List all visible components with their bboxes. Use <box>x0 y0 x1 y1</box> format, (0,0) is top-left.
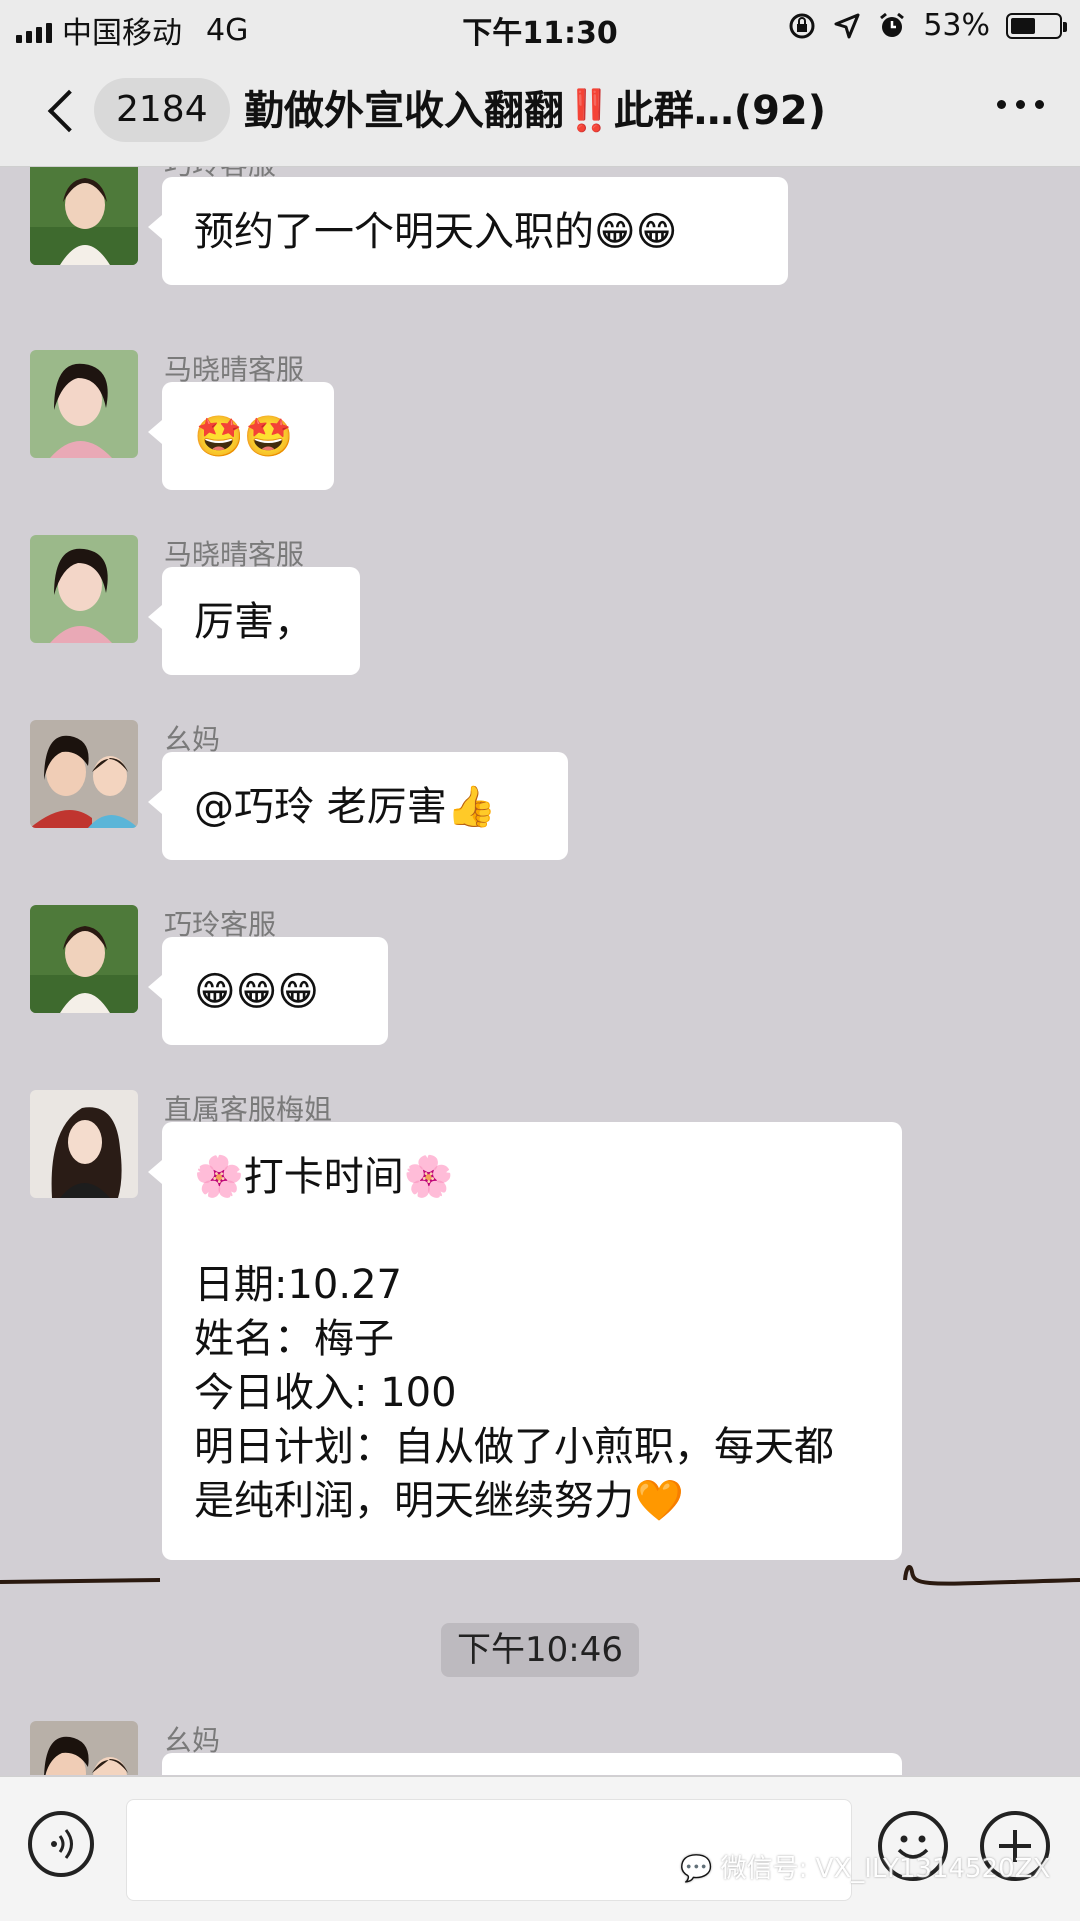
message-bubble[interactable]: 🌸打卡时间🌸 日期:10.27 姓名：梅子 今日收入: 100 明日计划：自从做… <box>148 1122 902 1560</box>
location-arrow-icon <box>834 13 860 38</box>
chat-header: 2184 勤做外宣收入翻翻‼️此群…(92) <box>0 56 1080 167</box>
time-divider: 下午10:46 <box>441 1623 639 1677</box>
message-bubble[interactable] <box>162 1753 902 1775</box>
avatar[interactable] <box>30 535 138 643</box>
scribble-mark <box>0 1564 1080 1586</box>
avatar[interactable] <box>30 1090 138 1198</box>
rotation-lock-icon <box>789 13 815 38</box>
voice-icon <box>51 1829 73 1859</box>
message-bubble[interactable]: 预约了一个明天入职的😁😁 <box>148 177 788 285</box>
watermark-text: 微信号: VX_ILY1314520ZX <box>720 1854 1051 1884</box>
avatar[interactable] <box>30 1721 138 1775</box>
chat-messages: 巧玲客服 预约了一个明天入职的😁😁 马晓晴客服 🤩🤩 马晓晴客服 厉害， 幺妈 … <box>0 167 1080 1775</box>
voice-input-button[interactable] <box>28 1811 94 1877</box>
unread-count-badge[interactable]: 2184 <box>94 78 230 142</box>
battery-percent: 53% <box>923 8 990 43</box>
alarm-icon <box>880 12 905 37</box>
avatar[interactable] <box>30 905 138 1013</box>
battery-icon <box>1006 12 1067 39</box>
avatar[interactable] <box>30 167 138 265</box>
message-bubble[interactable]: 🤩🤩 <box>148 382 334 490</box>
status-bar: 中国移动 4G 下午11:30 53% <box>0 0 1080 56</box>
message-bubble[interactable]: @巧玲 老厉害👍 <box>148 752 568 860</box>
more-options-button[interactable] <box>997 100 1044 109</box>
avatar[interactable] <box>30 350 138 458</box>
back-button[interactable] <box>40 82 100 142</box>
wechat-icon: 💬 <box>680 1854 713 1884</box>
watermark: 💬 微信号: VX_ILY1314520ZX <box>680 1848 1050 1885</box>
message-bubble[interactable]: 厉害， <box>148 567 360 675</box>
group-title: 勤做外宣收入翻翻‼️此群…(92) <box>244 88 827 134</box>
message-bubble[interactable]: 😁😁😁 <box>148 937 388 1045</box>
avatar[interactable] <box>30 720 138 828</box>
